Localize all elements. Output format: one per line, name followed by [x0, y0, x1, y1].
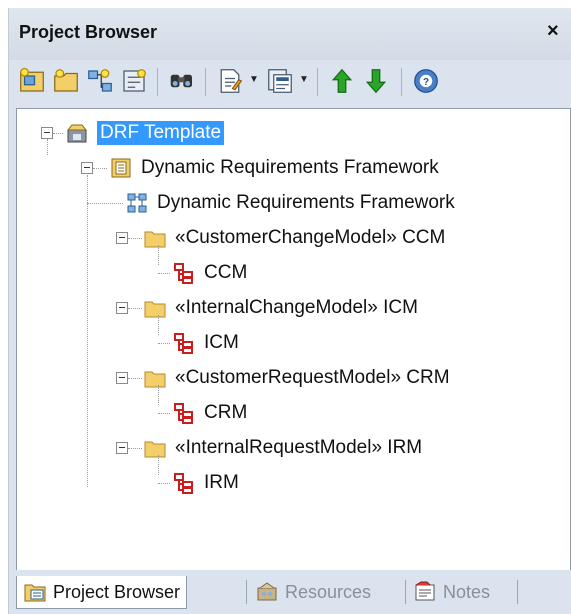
- tree-node-label: Dynamic Requirements Framework: [141, 157, 439, 178]
- tree-node-label: CCM: [204, 262, 248, 283]
- new-package-icon[interactable]: [51, 66, 81, 96]
- tree-node-package[interactable]: «InternalChangeModel» ICM: [143, 293, 418, 323]
- tree-connector: [128, 238, 142, 239]
- tree-node-label: DRF Template: [97, 121, 225, 145]
- tab-label: Notes: [443, 581, 491, 602]
- collapse-toggle[interactable]: [116, 442, 128, 454]
- notes-icon: [413, 580, 437, 604]
- tree-node-label: «InternalChangeModel» ICM: [175, 297, 418, 318]
- diagram-icon: [125, 191, 149, 215]
- tree-node-label: «CustomerChangeModel» CCM: [175, 227, 446, 248]
- tree-node-label: CRM: [204, 402, 248, 423]
- collapse-toggle[interactable]: [116, 372, 128, 384]
- new-element-icon[interactable]: [119, 66, 149, 96]
- tree-connector: [158, 245, 159, 265]
- tree-node-label: «InternalRequestModel» IRM: [175, 437, 423, 458]
- tree-node-framework[interactable]: Dynamic Requirements Framework: [109, 153, 439, 183]
- folder-icon: [143, 366, 167, 390]
- move-down-icon[interactable]: [361, 66, 391, 96]
- model-diagram-icon: [172, 471, 196, 495]
- package-icon: [109, 156, 133, 180]
- tab-project-browser[interactable]: Project Browser: [16, 576, 188, 609]
- tree-connector: [158, 385, 159, 405]
- tree-node-model[interactable]: IRM: [172, 468, 239, 498]
- collapse-toggle[interactable]: [81, 162, 93, 174]
- toolbar: ▼ ▼ ?: [9, 60, 571, 104]
- model-diagram-icon: [172, 331, 196, 355]
- folder-icon: [143, 296, 167, 320]
- title-bar: Project Browser ×: [9, 8, 571, 60]
- find-icon[interactable]: [167, 66, 197, 96]
- svg-text:?: ?: [423, 77, 429, 88]
- tab-label: Project Browser: [53, 581, 181, 602]
- tree-connector: [158, 483, 170, 484]
- tab-notes[interactable]: Notes: [413, 576, 490, 608]
- panel-title: Project Browser: [19, 22, 158, 42]
- tree-connector: [128, 308, 142, 309]
- tree-node-package[interactable]: «InternalRequestModel» IRM: [143, 433, 422, 463]
- tree-node-model[interactable]: ICM: [172, 328, 239, 358]
- tree-node-label: ICM: [204, 332, 239, 353]
- tree-node-framework-diagram[interactable]: Dynamic Requirements Framework: [125, 188, 455, 218]
- resources-icon: [255, 580, 279, 604]
- document-icon[interactable]: [215, 66, 245, 96]
- tree-node-label: Dynamic Requirements Framework: [157, 192, 455, 213]
- tree-node-package[interactable]: «CustomerChangeModel» CCM: [143, 223, 445, 253]
- toolbar-separator: [157, 68, 158, 96]
- tree-node-root[interactable]: DRF Template: [65, 118, 225, 148]
- tree-connector: [158, 315, 159, 335]
- document-dropdown-caret[interactable]: ▼: [249, 74, 259, 85]
- close-icon[interactable]: ×: [547, 20, 559, 43]
- tree-connector: [128, 448, 142, 449]
- tree-node-model[interactable]: CRM: [172, 398, 247, 428]
- new-diagram-icon[interactable]: [85, 66, 115, 96]
- tree-connector: [47, 139, 48, 155]
- tab-separator: [405, 580, 406, 604]
- tree-connector: [158, 455, 159, 475]
- tree-connector: [87, 203, 123, 204]
- model-diagram-icon: [172, 261, 196, 285]
- folder-icon: [143, 226, 167, 250]
- tree-connector: [53, 133, 63, 134]
- collapse-toggle[interactable]: [116, 232, 128, 244]
- project-tree[interactable]: DRF Template Dynamic Requirements Framew…: [16, 108, 571, 572]
- generate-dropdown-caret[interactable]: ▼: [299, 74, 309, 85]
- tree-node-package[interactable]: «CustomerRequestModel» CRM: [143, 363, 450, 393]
- move-up-icon[interactable]: [327, 66, 357, 96]
- tab-separator: [517, 580, 518, 604]
- tree-connector: [128, 378, 142, 379]
- toolbar-separator: [205, 68, 206, 96]
- new-model-icon[interactable]: [17, 66, 47, 96]
- project-browser-panel: Project Browser × ▼ ▼ ? DRF Template Dyn…: [8, 8, 571, 614]
- toolbar-separator: [401, 68, 402, 96]
- collapse-toggle[interactable]: [116, 302, 128, 314]
- tree-connector: [87, 175, 88, 487]
- toolbar-separator: [317, 68, 318, 96]
- tree-connector: [158, 413, 170, 414]
- tree-node-label: IRM: [204, 472, 239, 493]
- collapse-toggle[interactable]: [41, 127, 53, 139]
- help-icon[interactable]: ?: [411, 66, 441, 96]
- tab-strip: Project Browser Resources Notes: [9, 570, 571, 614]
- folder-icon: [143, 436, 167, 460]
- tree-connector: [158, 343, 170, 344]
- model-root-icon: [65, 121, 89, 145]
- tree-node-model[interactable]: CCM: [172, 258, 247, 288]
- tree-connector: [93, 168, 107, 169]
- tab-resources[interactable]: Resources: [255, 576, 371, 608]
- generate-icon[interactable]: [265, 66, 295, 96]
- tab-label: Resources: [285, 581, 372, 602]
- tree-connector: [158, 273, 170, 274]
- project-browser-icon: [23, 580, 47, 604]
- model-diagram-icon: [172, 401, 196, 425]
- tree-node-label: «CustomerRequestModel» CRM: [175, 367, 450, 388]
- tab-separator: [246, 580, 247, 604]
